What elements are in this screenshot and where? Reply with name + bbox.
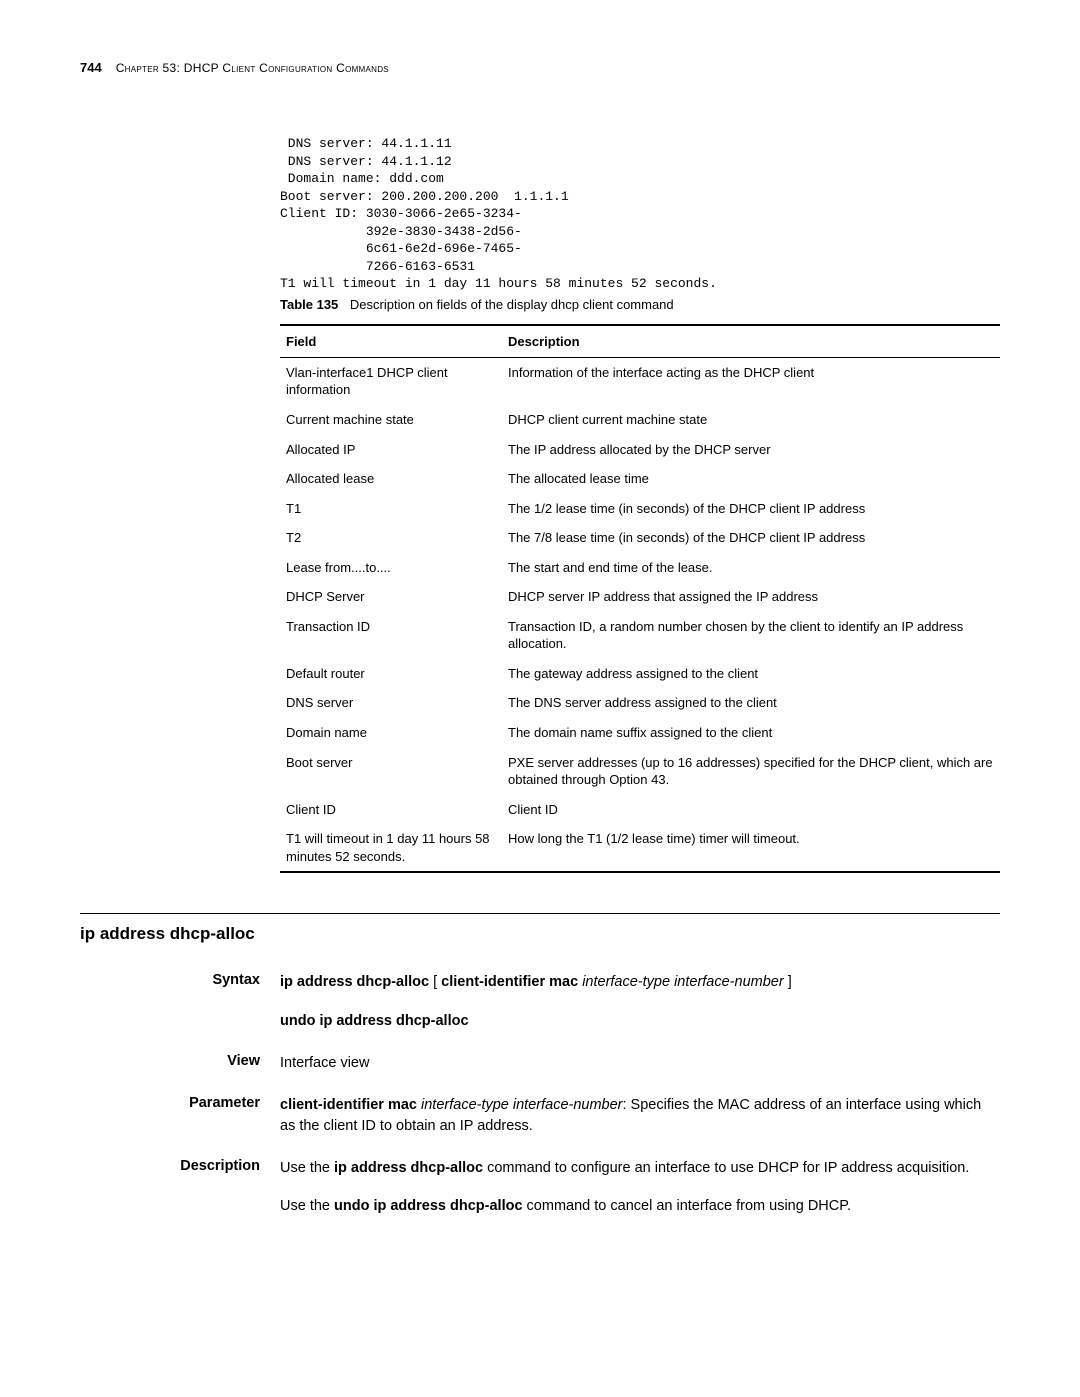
cell-field: Vlan-interface1 DHCP client information [280,357,502,405]
table-caption-text: Description on fields of the display dhc… [350,297,674,312]
cell-description: The allocated lease time [502,464,1000,494]
syntax-arg: interface-type interface-number [582,974,784,990]
table-row: Domain nameThe domain name suffix assign… [280,718,1000,748]
syntax-block: Syntax ip address dhcp-alloc [ client-id… [80,972,1000,1031]
table-row: Allocated leaseThe allocated lease time [280,464,1000,494]
page-number: 744 [80,60,102,75]
table-row: T1 will timeout in 1 day 11 hours 58 min… [280,824,1000,872]
parameter-label: Parameter [80,1095,280,1136]
cell-field: Domain name [280,718,502,748]
cell-field: Default router [280,659,502,689]
cell-field: DNS server [280,688,502,718]
table-row: Vlan-interface1 DHCP client informationI… [280,357,1000,405]
table-caption: Table 135 Description on fields of the d… [280,297,1000,312]
cell-field: Transaction ID [280,612,502,659]
cell-description: The DNS server address assigned to the c… [502,688,1000,718]
syntax-cmd2: undo ip address dhcp-alloc [280,1013,469,1029]
th-description: Description [502,325,1000,358]
cell-field: Current machine state [280,405,502,435]
parameter-text: client-identifier mac interface-type int… [280,1095,1000,1136]
table-row: DHCP ServerDHCP server IP address that a… [280,582,1000,612]
table-row: Allocated IPThe IP address allocated by … [280,435,1000,465]
chapter-title: Chapter 53: DHCP Client Configuration Co… [116,61,389,75]
view-label: View [80,1053,280,1073]
field-table: Field Description Vlan-interface1 DHCP c… [280,324,1000,873]
syntax-line-2: undo ip address dhcp-alloc [280,1011,1000,1031]
table-label: Table 135 [280,297,338,312]
cell-description: Client ID [502,795,1000,825]
table-row: T2The 7/8 lease time (in seconds) of the… [280,523,1000,553]
table-row: Default routerThe gateway address assign… [280,659,1000,689]
view-block: View Interface view [80,1053,1000,1073]
cell-description: The IP address allocated by the DHCP ser… [502,435,1000,465]
table-row: Lease from....to....The start and end ti… [280,553,1000,583]
cell-description: Transaction ID, a random number chosen b… [502,612,1000,659]
table-row: Current machine stateDHCP client current… [280,405,1000,435]
cell-field: Lease from....to.... [280,553,502,583]
desc-p2a: Use the [280,1198,334,1214]
table-row: T1The 1/2 lease time (in seconds) of the… [280,494,1000,524]
cell-description: DHCP client current machine state [502,405,1000,435]
syntax-label: Syntax [80,972,280,1031]
desc-p2b: undo ip address dhcp-alloc [334,1198,523,1214]
parameter-block: Parameter client-identifier mac interfac… [80,1095,1000,1136]
cell-description: PXE server addresses (up to 16 addresses… [502,748,1000,795]
cell-field: DHCP Server [280,582,502,612]
table-row: Client IDClient ID [280,795,1000,825]
syntax-bracket-open: [ [429,974,441,990]
th-field: Field [280,325,502,358]
syntax-line-1: ip address dhcp-alloc [ client-identifie… [280,972,1000,992]
param-bold: client-identifier mac [280,1097,417,1113]
cell-field: Allocated IP [280,435,502,465]
code-output: DNS server: 44.1.1.11 DNS server: 44.1.1… [280,135,1000,293]
cell-field: T2 [280,523,502,553]
param-italic: interface-type interface-number [417,1097,623,1113]
description-label: Description [80,1158,280,1217]
cell-description: How long the T1 (1/2 lease time) timer w… [502,824,1000,872]
cell-description: The gateway address assigned to the clie… [502,659,1000,689]
desc-p1c: command to configure an interface to use… [483,1160,969,1176]
cell-description: Information of the interface acting as t… [502,357,1000,405]
cell-field: Boot server [280,748,502,795]
cell-field: T1 will timeout in 1 day 11 hours 58 min… [280,824,502,872]
syntax-bracket-close: ] [784,974,792,990]
description-p2: Use the undo ip address dhcp-alloc comma… [280,1196,1000,1216]
cell-description: The 1/2 lease time (in seconds) of the D… [502,494,1000,524]
cell-field: T1 [280,494,502,524]
cell-description: The start and end time of the lease. [502,553,1000,583]
desc-p1a: Use the [280,1160,334,1176]
view-text: Interface view [280,1053,1000,1073]
cell-field: Client ID [280,795,502,825]
table-row: Boot serverPXE server addresses (up to 1… [280,748,1000,795]
cell-field: Allocated lease [280,464,502,494]
syntax-cmd1-opt: client-identifier mac [441,974,578,990]
description-block: Description Use the ip address dhcp-allo… [80,1158,1000,1217]
page-header: 744 Chapter 53: DHCP Client Configuratio… [80,60,1000,75]
section-divider [80,913,1000,914]
desc-p2c: command to cancel an interface from usin… [523,1198,852,1214]
table-row: DNS serverThe DNS server address assigne… [280,688,1000,718]
cell-description: DHCP server IP address that assigned the… [502,582,1000,612]
desc-p1b: ip address dhcp-alloc [334,1160,483,1176]
table-row: Transaction IDTransaction ID, a random n… [280,612,1000,659]
syntax-cmd1: ip address dhcp-alloc [280,974,429,990]
section-title: ip address dhcp-alloc [80,924,1000,944]
description-p1: Use the ip address dhcp-alloc command to… [280,1158,1000,1178]
cell-description: The domain name suffix assigned to the c… [502,718,1000,748]
cell-description: The 7/8 lease time (in seconds) of the D… [502,523,1000,553]
